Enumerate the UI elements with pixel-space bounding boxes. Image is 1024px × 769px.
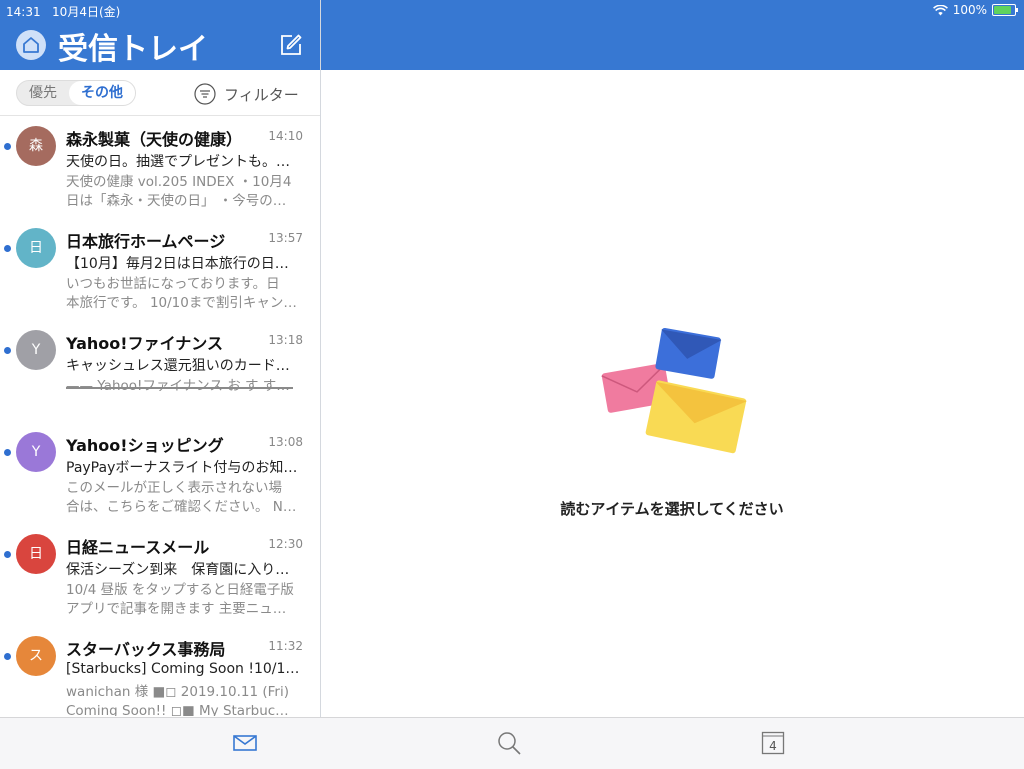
filter-button[interactable]: フィルター	[194, 82, 299, 106]
email-preview: —— Yahoo!ファイナンス お す す…	[66, 377, 302, 396]
email-item[interactable]: ス スターバックス事務局 11:32 [Starbucks] Coming So…	[0, 626, 320, 716]
email-subject: 保活シーズン到来 保育園に入り…	[66, 562, 290, 578]
battery-percent: 100%	[952, 3, 987, 17]
top-bar: 14:31 10月4日(金) 100% 受信トレイ	[0, 0, 1024, 70]
email-preview-line: いつもお世話になっております。日	[66, 276, 280, 292]
tab-other[interactable]: その他	[69, 81, 135, 105]
status-date: 10月4日(金)	[52, 5, 121, 19]
avatar: Y	[16, 330, 56, 370]
email-time: 13:18	[268, 333, 303, 347]
email-preview-line: 本旅行です。 10/10まで割引キャン…	[66, 295, 297, 311]
filter-label: フィルター	[224, 85, 299, 104]
email-subject: PayPayボーナスライト付与のお知…	[66, 460, 298, 476]
email-item[interactable]: Y Yahoo!ショッピング 13:08 PayPayボーナスライト付与のお知……	[0, 422, 320, 524]
email-sender: Yahoo!ファイナンス	[66, 334, 223, 353]
unread-indicator	[4, 143, 11, 150]
email-item[interactable]: Y Yahoo!ファイナンス 13:18 キャッシュレス還元狙いのカード… ——…	[0, 320, 320, 422]
email-preview: 10/4 昼版 をタップすると日経電子版 アプリで記事を開きます 主要ニュ…	[66, 581, 302, 619]
email-item[interactable]: 森 森永製菓（天使の健康） 14:10 天使の日。抽選でプレゼントも。… 天使の…	[0, 116, 320, 218]
empty-state-text: 読むアイテムを選択してください	[560, 500, 784, 518]
avatar: 日	[16, 228, 56, 268]
email-preview: wanichan 様 ■◻ 2019.10.11 (Fri) Coming So…	[66, 683, 302, 716]
email-sender: 日本旅行ホームページ	[66, 232, 226, 251]
tab-calendar[interactable]: 4	[760, 730, 786, 756]
email-item[interactable]: 日 日本旅行ホームページ 13:57 【10月】毎月2日は日本旅行の日キ… いつ…	[0, 218, 320, 320]
email-preview-line: wanichan 様 ■◻ 2019.10.11 (Fri)	[66, 684, 289, 700]
email-preview-line: Coming Soon!! ◻■ My Starbuc…	[66, 703, 289, 716]
calendar-day-number: 4	[769, 739, 777, 753]
unread-indicator	[4, 653, 11, 660]
email-time: 13:08	[268, 435, 303, 449]
email-preview-line: 日は「森永・天使の日」 ・今号の…	[66, 193, 287, 209]
tab-mail[interactable]	[232, 730, 258, 756]
email-preview-line: このメールが正しく表示されない場	[66, 480, 282, 496]
avatar: 森	[16, 126, 56, 166]
compose-button[interactable]	[279, 33, 303, 57]
email-time: 13:57	[268, 231, 303, 245]
email-time: 14:10	[268, 129, 303, 143]
email-subject: キャッシュレス還元狙いのカード…	[66, 358, 290, 374]
email-preview: このメールが正しく表示されない場 合は、こちらをご確認ください。 N…	[66, 479, 302, 517]
pane-divider	[320, 0, 321, 768]
home-button[interactable]	[16, 30, 46, 60]
email-preview-line: アプリで記事を開きます 主要ニュ…	[66, 601, 287, 617]
email-time: 11:32	[268, 639, 303, 653]
email-subject: 天使の日。抽選でプレゼントも。…	[66, 154, 290, 170]
calendar-icon: 4	[761, 731, 785, 755]
search-icon	[498, 732, 521, 755]
email-preview: いつもお世話になっております。日 本旅行です。 10/10まで割引キャン…	[66, 275, 302, 313]
unread-indicator	[4, 347, 11, 354]
email-item[interactable]: 日 日経ニュースメール 12:30 保活シーズン到来 保育園に入り… 10/4 …	[0, 524, 320, 626]
email-time: 12:30	[268, 537, 303, 551]
avatar: ス	[16, 636, 56, 676]
unread-indicator	[4, 449, 11, 456]
email-subject: 【10月】毎月2日は日本旅行の日キ…	[66, 256, 302, 272]
email-preview: 天使の健康 vol.205 INDEX ・10月4 日は「森永・天使の日」 ・今…	[66, 173, 302, 211]
email-sender: スターバックス事務局	[66, 640, 226, 659]
status-indicators: 100%	[932, 3, 1018, 17]
email-sender: Yahoo!ショッピング	[66, 436, 224, 455]
tab-focused[interactable]: 優先	[17, 81, 69, 105]
unread-indicator	[4, 551, 11, 558]
avatar: 日	[16, 534, 56, 574]
unread-indicator	[4, 245, 11, 252]
email-subject: [Starbucks] Coming Soon !10/11…	[66, 661, 302, 677]
wifi-icon	[932, 4, 948, 15]
filter-icon	[194, 83, 216, 105]
envelopes-illustration-icon	[601, 327, 747, 454]
tab-bar: 4	[0, 717, 1024, 769]
compose-icon	[281, 34, 302, 55]
email-preview-line: 合は、こちらをご確認ください。 N…	[66, 499, 297, 515]
status-time: 14:31 10月4日(金)	[6, 3, 120, 20]
inbox-segment-control: 優先 その他	[16, 80, 136, 106]
email-preview-line: 10/4 昼版 をタップすると日経電子版	[66, 582, 294, 598]
battery-icon	[992, 4, 1018, 16]
house-icon	[23, 37, 39, 53]
avatar: Y	[16, 432, 56, 472]
mail-icon	[233, 735, 257, 751]
email-sender: 森永製菓（天使の健康）	[66, 130, 243, 149]
email-preview-line: 天使の健康 vol.205 INDEX ・10月4	[66, 174, 292, 190]
page-title: 受信トレイ	[58, 32, 208, 67]
email-preview-line: —— Yahoo!ファイナンス お す す…	[66, 378, 290, 394]
status-clock: 14:31	[6, 5, 41, 19]
email-sender: 日経ニュースメール	[66, 538, 210, 557]
email-list: 森 森永製菓（天使の健康） 14:10 天使の日。抽選でプレゼントも。… 天使の…	[0, 116, 320, 716]
tab-search[interactable]	[496, 730, 522, 756]
